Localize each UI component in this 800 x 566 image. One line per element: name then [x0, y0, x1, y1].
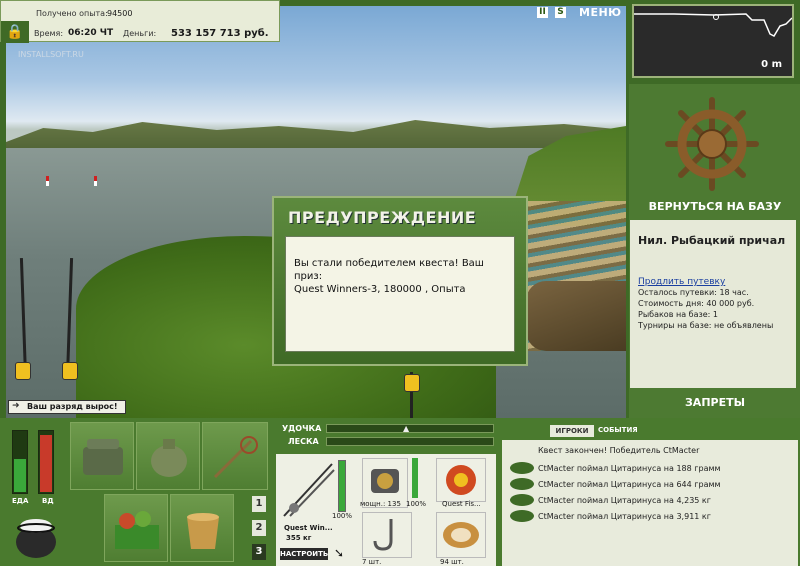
- exp-label: Получено опыта:: [36, 9, 108, 18]
- rod-icon: [283, 463, 335, 517]
- basket-slot[interactable]: [104, 494, 168, 562]
- reel-icon: [404, 374, 420, 392]
- rod-percent: 100%: [332, 512, 353, 520]
- watermark: INSTALLSOFT.RU: [18, 50, 84, 59]
- dialog-message-line1: Вы стали победителем квеста! Ваш приз:: [294, 258, 484, 282]
- tackle-box-icon: [83, 439, 123, 475]
- bucket-slot[interactable]: [170, 494, 234, 562]
- cauldron-icon[interactable]: [12, 512, 60, 560]
- reel-percent: 100%: [406, 500, 427, 508]
- hook-slot[interactable]: [362, 512, 412, 558]
- time-label: Время:: [34, 29, 64, 38]
- setup-button[interactable]: НАСТРОИТЬ: [280, 548, 328, 560]
- food-bar: [12, 430, 28, 494]
- info-button[interactable]: S: [555, 7, 566, 18]
- extend-ticket-link[interactable]: Продлить путевку: [638, 277, 788, 287]
- bait-slot[interactable]: [436, 512, 486, 558]
- location-title: Нил. Рыбацкий причал: [638, 234, 786, 247]
- fish-icon: [510, 478, 534, 490]
- bag-icon: [151, 439, 187, 477]
- dialog-message: Вы стали победителем квеста! Ваш приз: Q…: [285, 236, 515, 352]
- bread-bait-icon: [443, 522, 479, 548]
- chat-line: CtMacter поймал Цитаринуса на 188 грамм: [538, 464, 721, 473]
- dialog-message-line2: Quest Winners-3, 180000 , Опыта: [294, 284, 466, 295]
- money-value: 533 157 713 руб.: [171, 28, 269, 39]
- hook-icon: [373, 519, 393, 551]
- info-line: Рыбаков на базе: 1: [638, 310, 718, 319]
- rod-weight: 355 кг: [286, 534, 312, 542]
- bobber-icon: [94, 176, 97, 186]
- reel-condition-bar: [412, 458, 418, 498]
- money-label: Деньги:: [123, 29, 157, 38]
- alcohol-label: ВД: [42, 497, 54, 505]
- line-slot[interactable]: [436, 458, 486, 502]
- return-to-base-button[interactable]: ВЕРНУТЬСЯ НА БАЗУ: [636, 200, 794, 213]
- rod-condition-bar: [338, 460, 346, 512]
- dialog-title: ПРЕДУПРЕЖДЕНИЕ: [288, 208, 477, 227]
- bait-count: 94 шт.: [440, 558, 464, 566]
- fish-icon: [510, 462, 534, 474]
- bobber-icon: [46, 176, 49, 186]
- chat-line: CtMacter поймал Цитаринуса на 3,911 кг: [538, 512, 711, 521]
- slot-number-3[interactable]: 3: [252, 544, 266, 560]
- fish-icon: [510, 494, 534, 506]
- arrow-icon: ➜: [12, 401, 20, 411]
- location-info: Нил. Рыбацкий причал Продлить путевку Ос…: [630, 220, 796, 388]
- rod-label: УДОЧКА: [282, 424, 322, 433]
- food-label: ЕДА: [12, 497, 29, 505]
- warning-dialog[interactable]: ПРЕДУПРЕЖДЕНИЕ Вы стали победителем квес…: [272, 196, 528, 366]
- reel-icon: [15, 362, 31, 380]
- landing-net-icon: [213, 436, 258, 479]
- net-slot[interactable]: [202, 422, 268, 490]
- depth-value: 0 m: [761, 59, 782, 70]
- line-tension-track: [326, 437, 494, 446]
- lock-icon[interactable]: 🔒: [1, 21, 29, 43]
- line-name: Quest Fis...: [442, 500, 481, 508]
- rank-notice: ➜ Ваш разряд вырос!: [8, 400, 126, 414]
- chat-log: Квест закончен! Победитель CtMacter CtMa…: [502, 440, 798, 566]
- bucket-icon: [187, 513, 219, 549]
- rod-tension-track: ▲: [326, 424, 494, 433]
- tackle-box-slot[interactable]: [70, 422, 134, 490]
- bag-slot[interactable]: [136, 422, 200, 490]
- info-line: Стоимость дня: 40 000 руб.: [638, 299, 755, 308]
- info-line: Турниры на базе: не объявлены: [638, 321, 774, 330]
- line-label: ЛЕСКА: [288, 437, 319, 446]
- time-value: 06:20 ЧТ: [68, 28, 114, 38]
- alcohol-bar: [38, 430, 54, 494]
- rod-condition-fill: [339, 461, 345, 511]
- depth-map: 0 m: [632, 4, 794, 78]
- alcohol-bar-fill: [40, 435, 52, 492]
- chat-header-line: Квест закончен! Победитель CtMacter: [538, 446, 700, 455]
- tab-players[interactable]: ИГРОКИ: [550, 425, 594, 437]
- status-panel: 🔒 Получено опыта: 94500 Время: 06:20 ЧТ …: [0, 0, 280, 43]
- pause-button[interactable]: II: [537, 7, 548, 18]
- tab-events[interactable]: СОБЫТИЯ: [598, 426, 638, 434]
- hooks-count: 7 шт.: [362, 558, 382, 566]
- reel-icon: [371, 469, 399, 493]
- chat-line: CtMacter поймал Цитаринуса на 644 грамм: [538, 480, 721, 489]
- bans-button[interactable]: ЗАПРЕТЫ: [636, 396, 794, 409]
- reel-power: мощн.: 135: [360, 500, 401, 508]
- info-line: Осталось путевки: 18 час.: [638, 288, 749, 297]
- rod-details: 100% Quest Win... 355 кг НАСТРОИТЬ ➘ мощ…: [276, 454, 496, 566]
- food-basket-icon: [115, 511, 159, 549]
- rod-marker-icon: ▲: [403, 424, 410, 433]
- arrow-icon: ➘: [334, 546, 345, 560]
- reel-icon: [62, 362, 78, 380]
- notice-text: Ваш разряд вырос!: [27, 402, 118, 411]
- food-bar-fill: [14, 459, 26, 492]
- ship-wheel-icon[interactable]: [664, 96, 760, 192]
- chat-tabs: ИГРОКИ СОБЫТИЯ: [502, 422, 798, 440]
- exp-value: 94500: [107, 9, 133, 18]
- fishing-line-spool-icon: [446, 465, 476, 495]
- slot-number-2[interactable]: 2: [252, 520, 266, 536]
- fish-icon: [510, 510, 534, 522]
- chat-line: CtMacter поймал Цитаринуса на 4,235 кг: [538, 496, 711, 505]
- rod-name: Quest Win...: [284, 524, 333, 532]
- slot-number-1[interactable]: 1: [252, 496, 266, 512]
- logs: [526, 281, 626, 351]
- menu-button[interactable]: МЕНЮ: [579, 6, 622, 19]
